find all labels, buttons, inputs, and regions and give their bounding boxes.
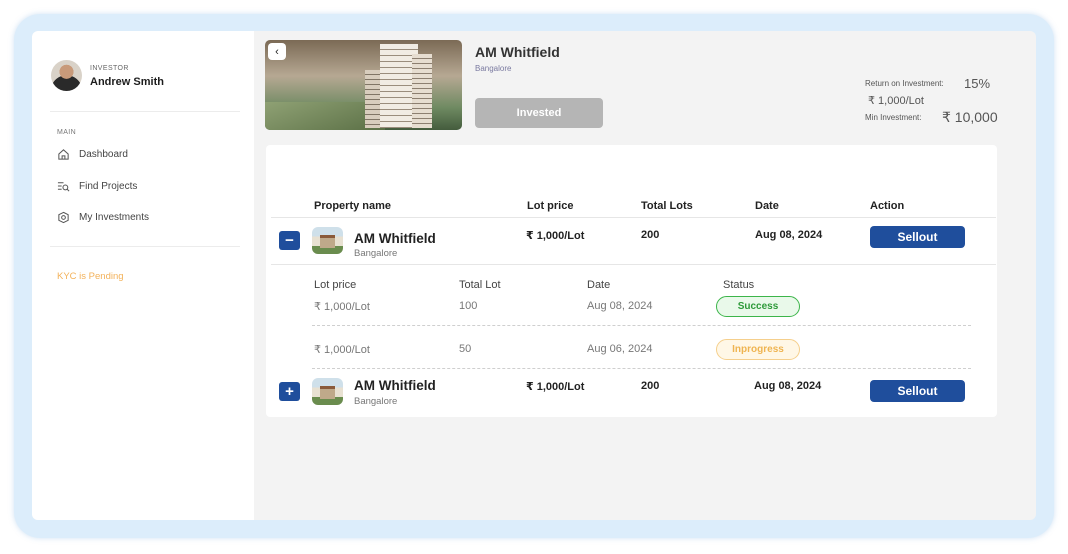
sidebar-item-label: My Investments [79,212,150,223]
user-role: INVESTOR [90,65,129,72]
sidebar-divider [50,111,240,112]
sellout-button[interactable]: Sellout [870,380,965,402]
lot-price-cell: ₹ 1,000/Lot [526,381,585,393]
column-header-date: Date [755,200,779,212]
collapse-row-button[interactable]: − [279,231,300,250]
project-title: AM Whitfield [475,44,560,60]
sub-header-date: Date [587,279,611,291]
sub-header-total-lot: Total Lot [459,279,501,291]
column-header-property-name: Property name [314,200,392,212]
sidebar-item-find-projects[interactable]: Find Projects [57,180,137,193]
property-city: Bangalore [354,248,398,259]
sub-lot-price: ₹ 1,000/Lot [314,344,370,356]
investment-icon [58,211,69,224]
sub-date: Aug 06, 2024 [587,343,653,355]
avatar[interactable] [51,60,82,91]
sidebar-item-label: Find Projects [79,181,138,192]
kyc-status[interactable]: KYC is Pending [57,271,124,282]
user-name: Andrew Smith [90,76,164,88]
property-name: AM Whitfield [354,378,436,393]
back-button[interactable]: ‹ [268,43,286,60]
property-city: Bangalore [354,396,398,407]
sub-lot-price: ₹ 1,000/Lot [314,301,370,313]
sidebar-item-dashboard[interactable]: Dashboard [57,148,128,161]
invested-button[interactable]: Invested [475,98,603,128]
roi-value: 15% [964,76,991,91]
total-lots-cell: 200 [641,380,660,392]
column-header-lot-price: Lot price [527,200,574,212]
date-cell: Aug 08, 2024 [754,380,822,392]
sub-header-lot-price: Lot price [314,279,357,291]
column-header-total-lots: Total Lots [641,200,693,212]
project-image [265,40,462,130]
property-name: AM Whitfield [354,231,436,246]
min-investment-value: ₹ 10,000 [942,109,998,125]
property-thumbnail [312,378,343,405]
sub-row-divider [312,368,971,369]
home-icon [58,149,69,160]
sub-row-divider [312,325,971,326]
sidebar-item-label: Dashboard [79,149,128,160]
sub-total-lot: 50 [459,343,472,355]
status-badge-inprogress: Inprogress [716,339,800,360]
expand-row-button[interactable]: + [279,382,300,401]
app-window: INVESTOR Andrew Smith MAIN Dashboard Fin… [32,31,1036,520]
sellout-button[interactable]: Sellout [870,226,965,248]
sidebar: INVESTOR Andrew Smith MAIN Dashboard Fin… [32,31,254,520]
investments-table: Property name Lot price Total Lots Date … [266,145,997,417]
roi-label: Return on Investment: [865,79,944,88]
min-investment-label: Min Investment: [865,113,922,122]
total-lots-cell: 200 [641,229,660,241]
sub-header-status: Status [723,279,755,291]
lot-price-cell: ₹ 1,000/Lot [526,230,585,242]
status-badge-success: Success [716,296,800,317]
sidebar-item-my-investments[interactable]: My Investments [57,211,149,224]
lot-price-value: ₹ 1,000/Lot [868,95,924,107]
column-header-action: Action [870,200,905,212]
sub-total-lot: 100 [459,300,478,312]
header-divider [271,217,996,218]
sidebar-section-label: MAIN [57,129,77,136]
property-thumbnail [312,227,343,254]
row-divider [271,264,996,265]
date-cell: Aug 08, 2024 [755,229,823,241]
project-city: Bangalore [475,64,512,73]
search-list-icon [57,182,70,192]
sidebar-divider [50,246,240,247]
sub-date: Aug 08, 2024 [587,300,653,312]
